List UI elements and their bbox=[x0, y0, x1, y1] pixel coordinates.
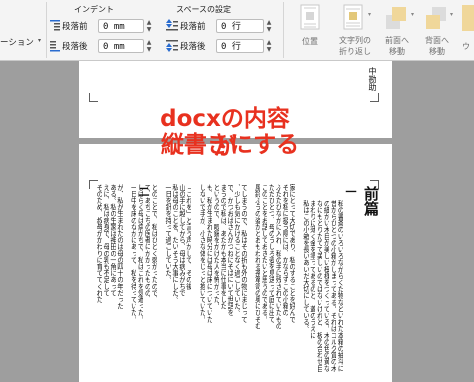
text-column: て、あちこちの医者にかかったものの、 bbox=[143, 184, 151, 303]
text-column bbox=[123, 184, 130, 382]
cut-off-button-label[interactable]: ウ bbox=[462, 41, 474, 52]
text-column: ある。私の生家は神田の一角にあって bbox=[108, 184, 116, 297]
indent-after-icon bbox=[50, 38, 60, 52]
bring-forward-button[interactable]: 前面へ 移動 bbox=[380, 35, 414, 57]
spacing-before-label: 段落前 bbox=[180, 22, 206, 32]
chapter-title: 前篇 bbox=[362, 186, 380, 216]
text-column bbox=[295, 184, 302, 382]
text-column: とのことで、私はひどく弱かったので、 bbox=[150, 184, 157, 303]
indent-after-stepper[interactable]: ▲ ▼ bbox=[145, 39, 153, 53]
text-column: の細かい木目が美しい模様をつくっている。木の色の黄な bbox=[322, 200, 330, 372]
document-page-2[interactable]: 前篇 一 二 私の書斎のいろいろながらくた物などいれた本箱の抽斗に 昔からひとつの… bbox=[79, 144, 392, 382]
text-column: えに、私は病身で、母の乳も不足して bbox=[101, 184, 109, 297]
cut-off-icon[interactable] bbox=[462, 5, 474, 31]
wrap-text-button[interactable]: 文字列の 折り返し bbox=[333, 35, 377, 57]
position-icon[interactable] bbox=[298, 3, 324, 31]
text-column: 私はこの小箱を長いあいだ大切にしている。 bbox=[301, 200, 309, 332]
divider bbox=[46, 2, 47, 58]
text-column: 一日を針を持って過ごしていた。 bbox=[163, 184, 171, 283]
text-column: というので、眼鏡をかけた人を怖がった。 bbox=[212, 184, 219, 310]
text-column: しばらく母は病がちで、私はこれを気遣った。 bbox=[136, 184, 144, 323]
chevron-down-icon[interactable]: ▾ bbox=[38, 37, 41, 44]
indent-before-icon bbox=[50, 18, 60, 32]
text-column: しないで手が、小さな体をじっと抱いていた。 bbox=[198, 184, 206, 323]
chevron-down-icon[interactable]: ▾ bbox=[450, 11, 453, 18]
text-column: ふたたびなかに入れ、私の手に残されていたもの bbox=[274, 184, 281, 330]
text-column: ただひとつ、母のうしろ姿を見送って庭に出て bbox=[267, 184, 275, 323]
text-column: 私は母のことを、たいそう大事にした。 bbox=[170, 184, 178, 303]
text-column: 一日中を床のなかにあって、私を待っていた。 bbox=[129, 184, 137, 323]
divider bbox=[283, 2, 284, 58]
spacing-before-icon bbox=[166, 18, 178, 32]
text-column: が、私が生まれたのは母の四十の年だった bbox=[115, 184, 123, 310]
text-column: 私の書斎のいろいろながらくた物などいれた本箱の抽斗に bbox=[336, 200, 343, 372]
position-button[interactable]: 位置 bbox=[292, 36, 328, 47]
indent-after-field[interactable]: 0 mm bbox=[98, 39, 144, 53]
chevron-down-icon[interactable]: ▾ bbox=[411, 11, 414, 18]
text-column: も、私が生まれた時分には母は床についていた bbox=[205, 184, 213, 323]
text-column: このことをお話しておきたいと思うのである。 bbox=[260, 184, 268, 323]
overlay-line-2: 縦書きにする bbox=[160, 132, 300, 158]
text-column: 風鈴ふうの姿かとおもわれる茶箪笥の奥にひそむ bbox=[253, 184, 261, 330]
overlay-caption: 縦書きにする bbox=[155, 131, 305, 159]
text-column: 、少しも気にかけることなく過ごしていた。 bbox=[232, 184, 240, 316]
spacing-before-field[interactable]: 0 行 bbox=[216, 19, 264, 33]
spacing-after-label: 段落後 bbox=[180, 42, 206, 52]
text-column: 昔からひとつの小箱がしまってある。それはコルク質の木 bbox=[329, 200, 337, 372]
send-backward-icon[interactable] bbox=[424, 5, 448, 31]
page-header-author: 中勘助 bbox=[368, 67, 377, 91]
chapter-number: 一 bbox=[344, 186, 357, 197]
indent-before-field[interactable]: 0 mm bbox=[98, 19, 144, 33]
text-column bbox=[191, 184, 198, 382]
text-column: まうので私は、あたかも本当に仕事をした bbox=[219, 184, 226, 310]
spacing-before-stepper[interactable]: ▲ ▼ bbox=[265, 19, 273, 33]
bring-forward-icon[interactable] bbox=[384, 5, 408, 31]
text-column bbox=[247, 184, 254, 382]
text-column: 山の手に越してから、母は病みがちで bbox=[177, 184, 185, 297]
ribbon: ーション ▾ インデント 段落前 0 mm ▲ ▼ 段落後 0 mm ▲ ▼ スペー… bbox=[0, 0, 474, 61]
spacing-after-field[interactable]: 0 行 bbox=[216, 39, 264, 53]
crop-mark bbox=[89, 93, 98, 102]
send-backward-button[interactable]: 背面へ 移動 bbox=[420, 35, 454, 57]
spacing-after-icon bbox=[166, 38, 178, 52]
text-column: で、かつおばさんがつねにそばにいて世話を bbox=[225, 184, 233, 316]
body-text: 私の書斎のいろいろながらくた物などいれた本箱の抽斗に 昔からひとつの小箱がしまって… bbox=[95, 184, 343, 382]
indent-title: インデント bbox=[74, 5, 114, 14]
text-column: なにもとりたてて美しいのではないけれど、板の合わせ目 bbox=[315, 200, 323, 372]
text-column: まわりに薄く金を塗ってあるのと、蓋のうえに bbox=[308, 200, 316, 339]
text-column: それを私に扱う際には、かならずこの小箱の bbox=[281, 184, 288, 316]
chevron-down-icon[interactable]: ▾ bbox=[368, 11, 371, 18]
text-column: 「これを」と言う声がして、その後 bbox=[184, 184, 192, 290]
indent-before-stepper[interactable]: ▲ ▼ bbox=[145, 19, 153, 33]
indent-before-label: 段落前 bbox=[62, 22, 88, 32]
text-column bbox=[157, 184, 164, 382]
text-column: そのため、叔母がかわりに育ててくれた bbox=[95, 184, 102, 303]
spacing-title: スペースの設定 bbox=[176, 5, 232, 14]
text-column: 家にとって大切であり、私のすることを好んで bbox=[287, 184, 295, 323]
spacing-after-stepper[interactable]: ▲ ▼ bbox=[265, 39, 273, 53]
wrap-text-icon[interactable] bbox=[342, 3, 366, 31]
text-column: てしまうので、私はその折も外の物にまじって bbox=[239, 184, 247, 323]
indent-after-label: 段落後 bbox=[62, 42, 88, 52]
left-cut-label[interactable]: ーション bbox=[0, 36, 34, 48]
